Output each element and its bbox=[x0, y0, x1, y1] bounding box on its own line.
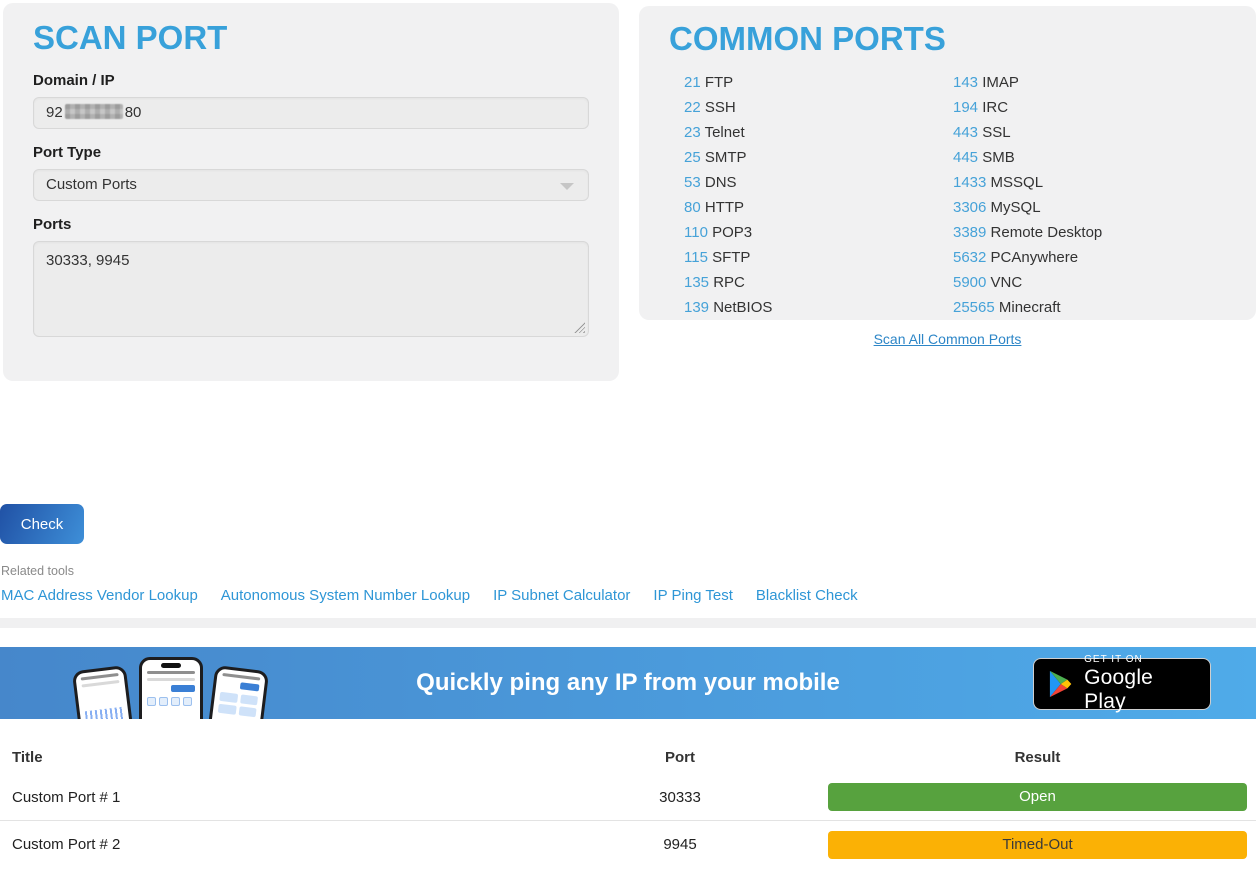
related-tools-label: Related tools bbox=[1, 564, 74, 578]
ports-value: 30333, 9945 bbox=[46, 252, 129, 269]
row-title: Custom Port # 1 bbox=[0, 789, 600, 806]
results-header-row: Title Port Result bbox=[0, 740, 1256, 774]
common-port-item: 194 IRC bbox=[953, 95, 1226, 120]
google-play-text: GET IT ON Google Play bbox=[1084, 654, 1197, 714]
status-badge-timeout: Timed-Out bbox=[828, 831, 1247, 859]
link-blacklist-check[interactable]: Blacklist Check bbox=[756, 587, 858, 604]
common-port-item: 110 POP3 bbox=[684, 220, 953, 245]
resize-handle-icon[interactable] bbox=[574, 322, 585, 333]
link-ip-subnet-calculator[interactable]: IP Subnet Calculator bbox=[493, 587, 630, 604]
common-port-item: 3306 MySQL bbox=[953, 195, 1226, 220]
common-port-item: 5900 VNC bbox=[953, 270, 1226, 295]
common-port-item: 25 SMTP bbox=[684, 145, 953, 170]
common-port-item: 135 RPC bbox=[684, 270, 953, 295]
link-ip-ping-test[interactable]: IP Ping Test bbox=[653, 587, 733, 604]
domain-ip-label: Domain / IP bbox=[33, 72, 589, 89]
common-ports-column-1: 21 FTP 22 SSH 23 Telnet 25 SMTP 53 DNS 8… bbox=[684, 70, 953, 320]
status-badge-open: Open bbox=[828, 783, 1247, 811]
port-type-value: Custom Ports bbox=[46, 176, 137, 193]
results-table: Title Port Result Custom Port # 1 30333 … bbox=[0, 740, 1256, 868]
scan-all-wrapper: Scan All Common Ports bbox=[639, 331, 1256, 349]
common-port-item: 22 SSH bbox=[684, 95, 953, 120]
scan-port-panel: SCAN PORT Domain / IP 92 80 Port Type Cus… bbox=[3, 3, 619, 381]
row-port: 30333 bbox=[600, 789, 760, 806]
common-port-item: 53 DNS bbox=[684, 170, 953, 195]
phone-notch bbox=[161, 663, 181, 668]
scan-all-common-ports-link[interactable]: Scan All Common Ports bbox=[874, 331, 1022, 347]
common-port-item: 1433 MSSQL bbox=[953, 170, 1226, 195]
common-port-item: 5632 PCAnywhere bbox=[953, 245, 1226, 270]
domain-input[interactable]: 92 80 bbox=[33, 97, 589, 129]
google-play-icon bbox=[1047, 669, 1073, 699]
common-port-item: 25565 Minecraft bbox=[953, 295, 1226, 320]
common-ports-column-2: 143 IMAP 194 IRC 443 SSL 445 SMB 1433 MS… bbox=[953, 70, 1226, 320]
mobile-app-banner: Quickly ping any IP from your mobile GET… bbox=[0, 647, 1256, 719]
port-type-label: Port Type bbox=[33, 144, 589, 161]
section-divider bbox=[0, 618, 1256, 628]
common-ports-title: COMMON PORTS bbox=[669, 20, 1226, 58]
google-play-badge[interactable]: GET IT ON Google Play bbox=[1033, 658, 1211, 710]
common-port-item: 143 IMAP bbox=[953, 70, 1226, 95]
chevron-down-icon bbox=[560, 183, 574, 190]
ports-label: Ports bbox=[33, 216, 589, 233]
table-row: Custom Port # 2 9945 Timed-Out bbox=[0, 821, 1256, 868]
redacted-ip-block bbox=[65, 104, 123, 119]
check-button[interactable]: Check bbox=[0, 504, 84, 544]
port-type-select[interactable]: Custom Ports bbox=[33, 169, 589, 201]
table-row: Custom Port # 1 30333 Open bbox=[0, 774, 1256, 821]
common-port-item: 139 NetBIOS bbox=[684, 295, 953, 320]
ports-textarea[interactable]: 30333, 9945 bbox=[33, 241, 589, 337]
link-asn-lookup[interactable]: Autonomous System Number Lookup bbox=[221, 587, 470, 604]
google-play-label: Google Play bbox=[1084, 666, 1197, 714]
common-port-item: 115 SFTP bbox=[684, 245, 953, 270]
common-port-item: 23 Telnet bbox=[684, 120, 953, 145]
get-it-on-label: GET IT ON bbox=[1084, 654, 1197, 665]
common-ports-panel: COMMON PORTS 21 FTP 22 SSH 23 Telnet 25 … bbox=[639, 6, 1256, 320]
common-port-item: 443 SSL bbox=[953, 120, 1226, 145]
domain-value-suffix: 80 bbox=[125, 104, 142, 121]
row-title: Custom Port # 2 bbox=[0, 836, 600, 853]
row-port: 9945 bbox=[600, 836, 760, 853]
phone-mockup bbox=[139, 657, 203, 719]
page: SCAN PORT Domain / IP 92 80 Port Type Cus… bbox=[0, 0, 1256, 875]
common-port-item: 445 SMB bbox=[953, 145, 1226, 170]
common-port-item: 80 HTTP bbox=[684, 195, 953, 220]
related-tools-links: MAC Address Vendor Lookup Autonomous Sys… bbox=[1, 587, 858, 604]
common-port-item: 3389 Remote Desktop bbox=[953, 220, 1226, 245]
domain-value-prefix: 92 bbox=[46, 104, 63, 121]
common-port-item: 21 FTP bbox=[684, 70, 953, 95]
header-title: Title bbox=[0, 749, 600, 766]
link-mac-address-vendor-lookup[interactable]: MAC Address Vendor Lookup bbox=[1, 587, 198, 604]
header-port: Port bbox=[600, 749, 760, 766]
common-ports-list: 21 FTP 22 SSH 23 Telnet 25 SMTP 53 DNS 8… bbox=[669, 70, 1226, 320]
scan-port-title: SCAN PORT bbox=[33, 19, 589, 57]
header-result: Result bbox=[760, 749, 1256, 766]
